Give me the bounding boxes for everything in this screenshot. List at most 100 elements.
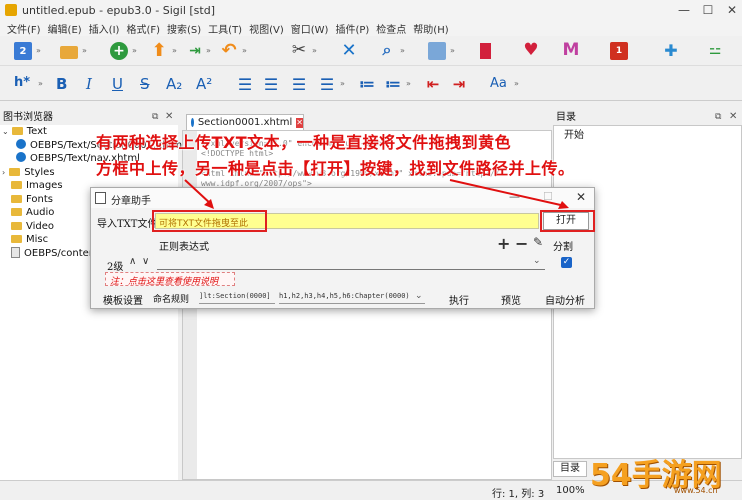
numbered-list-icon[interactable]: ≔: [384, 75, 402, 93]
bookmark-icon[interactable]: [476, 42, 494, 60]
align-justify-icon[interactable]: ☰: [318, 75, 336, 94]
change-case-button[interactable]: Aa: [490, 76, 507, 91]
subscript-button[interactable]: A₂: [166, 75, 182, 93]
open-folder-icon[interactable]: [60, 43, 78, 61]
align-center-icon[interactable]: ☰: [262, 75, 280, 94]
more-icon[interactable]: »: [450, 46, 455, 55]
validate-icon[interactable]: ✕: [340, 40, 358, 61]
watermark-logo: 54手游网 www.54.cn: [590, 448, 740, 498]
remove-regex-icon[interactable]: −: [515, 234, 528, 253]
more-icon[interactable]: »: [400, 46, 405, 55]
bullet-list-icon[interactable]: ≔: [358, 75, 376, 93]
open-button-highlight-box: [540, 210, 595, 232]
add-regex-icon[interactable]: +: [497, 234, 510, 253]
increase-indent-icon[interactable]: ⇥: [450, 75, 468, 93]
add-icon[interactable]: +: [110, 42, 128, 60]
search-icon[interactable]: ⌕: [378, 40, 396, 59]
epub-version-icon[interactable]: 2: [14, 42, 32, 60]
naming-rule-input-1[interactable]: ]lt:Section(0000]: [199, 292, 275, 304]
close-panel-icon[interactable]: ✕: [729, 111, 737, 122]
edit-regex-icon[interactable]: ✎: [533, 235, 543, 249]
regex-label: 正则表达式: [159, 242, 209, 253]
toc-bottom-tab[interactable]: 目录: [553, 461, 587, 477]
naming-rule-input-2[interactable]: h1,h2,h3,h4,h5,h6:Chapter(0000): [279, 292, 425, 304]
more-icon[interactable]: »: [406, 79, 411, 88]
more-icon[interactable]: »: [514, 79, 519, 88]
float-panel-icon[interactable]: ⧉: [152, 112, 158, 122]
menu-file[interactable]: 文件(F): [7, 21, 41, 36]
align-right-icon[interactable]: ☰: [290, 75, 308, 94]
dialog-icon: [95, 192, 106, 204]
execute-button[interactable]: 执行: [449, 292, 469, 307]
sigil-app-icon: [5, 4, 17, 16]
dialog-maximize-button: ☐: [543, 190, 553, 203]
menu-help[interactable]: 帮助(H): [413, 21, 448, 36]
usage-note-link[interactable]: 注：点击这里查看使用说明: [105, 272, 235, 287]
superscript-button[interactable]: A²: [196, 75, 212, 93]
plugin-icon[interactable]: 1: [610, 42, 628, 60]
menu-view[interactable]: 视图(V): [249, 21, 284, 36]
close-window-button[interactable]: ✕: [718, 0, 742, 20]
more-icon[interactable]: »: [172, 46, 177, 55]
split-checkbox[interactable]: ✓: [561, 257, 572, 268]
heart-icon[interactable]: ♥: [522, 40, 540, 60]
title-bar: untitled.epub - epub3.0 - Sigil [std]: [0, 0, 742, 20]
bold-button[interactable]: B: [56, 75, 67, 93]
align-left-icon[interactable]: ☰: [236, 75, 254, 94]
dialog-title: 分章助手: [111, 196, 151, 207]
zoom-level: 100%: [556, 485, 585, 496]
preview-button[interactable]: 预览: [501, 292, 521, 307]
annotation-line-2: 方框中上传，另一种是点击【打开】按键，找到文件路径并上传。: [96, 159, 575, 178]
level-up-icon[interactable]: ∧: [129, 256, 136, 267]
float-panel-icon[interactable]: ⧉: [715, 112, 721, 122]
more-icon[interactable]: »: [312, 46, 317, 55]
regex-select[interactable]: ⌄: [157, 256, 545, 270]
menu-plugins[interactable]: 插件(P): [335, 21, 369, 36]
chevron-down-icon[interactable]: ⌄: [533, 256, 541, 266]
dialog-close-button[interactable]: ✕: [576, 190, 586, 204]
move-up-icon[interactable]: ⬆: [150, 40, 168, 61]
more-icon[interactable]: »: [206, 46, 211, 55]
split-label: 分割: [553, 242, 573, 253]
menu-format[interactable]: 格式(F): [126, 21, 160, 36]
more-icon[interactable]: »: [38, 79, 43, 88]
drop-area-highlight-box: [152, 210, 267, 232]
menu-edit[interactable]: 编辑(E): [48, 21, 82, 36]
tab-section0001[interactable]: Section0001.xhtml ✕: [186, 114, 304, 130]
menu-checkpoints[interactable]: 检查点: [376, 21, 406, 36]
menu-insert[interactable]: 插入(I): [89, 21, 120, 36]
strikethrough-button[interactable]: S: [140, 75, 150, 93]
more-icon[interactable]: »: [36, 46, 41, 55]
italic-button[interactable]: I: [86, 75, 92, 93]
steps-icon[interactable]: ⚍: [706, 41, 724, 59]
table-of-contents-icon[interactable]: [428, 42, 446, 60]
toc-title: 目录: [553, 111, 742, 125]
close-panel-icon[interactable]: ✕: [165, 111, 173, 122]
dialog-minimize-button[interactable]: —: [509, 190, 520, 203]
usage-note-text: 注：点击这里查看使用说明: [110, 277, 219, 287]
chevron-down-icon[interactable]: ⌄: [415, 291, 423, 301]
split-icon[interactable]: ⇥: [186, 42, 204, 60]
metadata-icon[interactable]: M: [562, 40, 580, 60]
import-txt-label: 导入TXT文件: [97, 219, 158, 230]
more-icon[interactable]: »: [132, 46, 137, 55]
menu-search[interactable]: 搜索(S): [167, 21, 201, 36]
chapter-assistant-dialog: 分章助手 — ☐ ✕ 导入TXT文件 可将TXT文件拖曳至此 打开 正则表达式 …: [90, 187, 595, 309]
level-down-icon[interactable]: ∨: [142, 256, 149, 267]
menu-tools[interactable]: 工具(T): [208, 21, 242, 36]
more-icon[interactable]: »: [340, 79, 345, 88]
more-icon[interactable]: »: [82, 46, 87, 55]
puzzle-icon[interactable]: ✚: [662, 41, 680, 60]
menu-bar: 文件(F) 编辑(E) 插入(I) 格式(F) 搜索(S) 工具(T) 视图(V…: [0, 20, 742, 36]
underline-button[interactable]: U: [112, 75, 123, 93]
heading-button[interactable]: h*: [14, 75, 30, 90]
cursor-position: 行: 1, 列: 3: [492, 489, 545, 500]
auto-analyze-button[interactable]: 自动分析: [545, 292, 585, 307]
toc-entry[interactable]: 开始: [564, 126, 584, 141]
undo-icon[interactable]: ↶: [220, 40, 238, 61]
decrease-indent-icon[interactable]: ⇤: [424, 75, 442, 93]
close-tab-icon[interactable]: ✕: [296, 117, 303, 128]
menu-window[interactable]: 窗口(W): [291, 21, 329, 36]
more-icon[interactable]: »: [242, 46, 247, 55]
cut-icon[interactable]: ✂: [290, 40, 308, 60]
